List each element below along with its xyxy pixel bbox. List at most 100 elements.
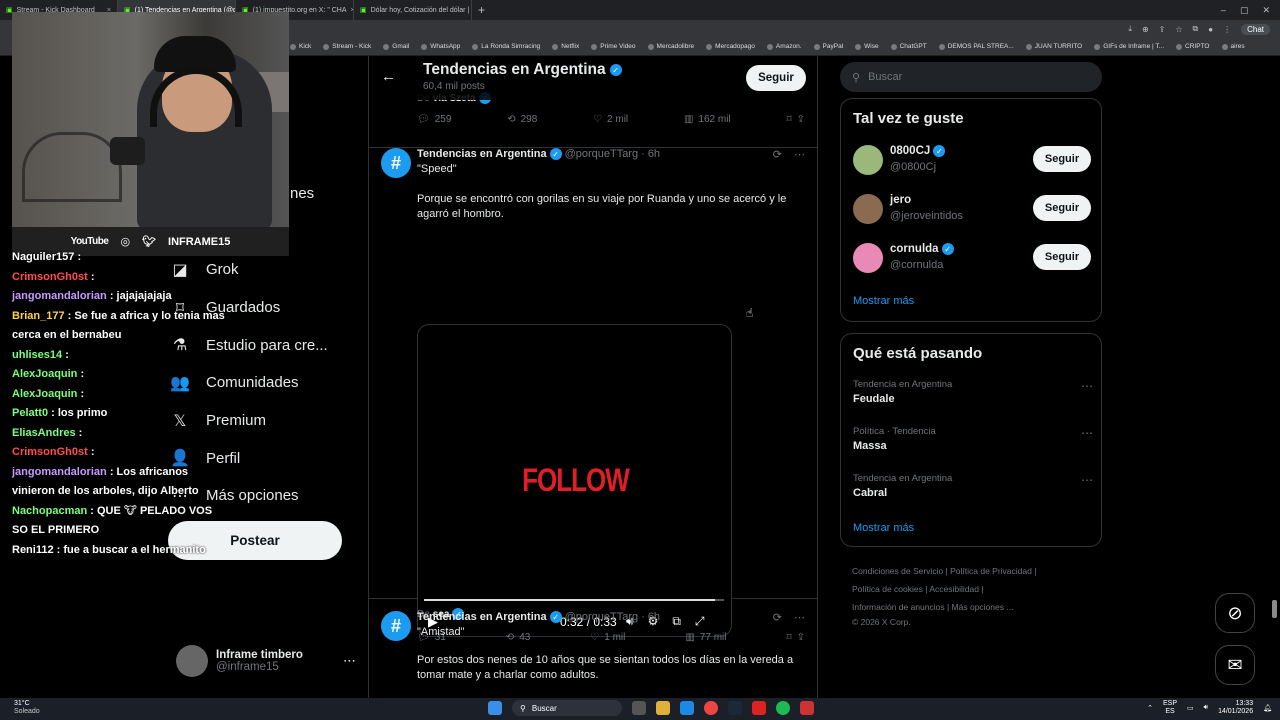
download-icon[interactable]: ⤓ <box>1128 24 1132 34</box>
footer-line[interactable]: Información de anuncios | Más opciones .… <box>852 598 1092 616</box>
search-input[interactable]: ⚲ Buscar <box>840 62 1102 92</box>
task-view-icon[interactable] <box>632 701 646 715</box>
hashtag-avatar[interactable]: # <box>381 611 411 641</box>
chrome-icon[interactable] <box>704 701 718 715</box>
previous-tweet[interactable]: De vía Szeta✓ 💬︎259 ⟲298 ♡2 mil ▥162 mil… <box>369 92 817 148</box>
trend-item[interactable]: Tendencia en Argentina Feudale ⋯ <box>853 379 1093 419</box>
share-icon[interactable]: ⇪ <box>1159 25 1166 34</box>
bookmark-item[interactable]: aires <box>1221 43 1245 50</box>
tweet-amistad[interactable]: # Tendencias en Argentina ✓ @porqueTTarg… <box>369 611 817 698</box>
browser-tab[interactable]: ▣Dólar hoy, Cotización del dólar | E× <box>354 0 472 20</box>
volume-icon[interactable]: 🔊︎ <box>1204 704 1208 712</box>
tweet-author[interactable]: Tendencias en Argentina <box>417 148 547 160</box>
follow-button[interactable]: Seguir <box>1033 195 1091 221</box>
bookmark-item[interactable]: CRIPTO <box>1176 43 1210 50</box>
trend-item[interactable]: Política · Tendencia Massa ⋯ <box>853 426 1093 466</box>
video-player[interactable]: FOLLOW ▶ 0:32 / 0:33 🔊︎ ⚙ ⧉ ⤢ <box>417 324 732 637</box>
file-explorer-icon[interactable] <box>656 701 670 715</box>
notification-icon[interactable]: 🔔︎ <box>1263 704 1272 712</box>
bookmark-item[interactable]: DEMOS PAL STREA... <box>938 43 1014 50</box>
taskbar-search[interactable]: ⚲ Buscar <box>512 700 622 716</box>
grok-explain-icon[interactable]: ⟳ <box>773 148 782 161</box>
menu-icon[interactable]: ⋮ <box>1223 25 1231 34</box>
grok-fab-button[interactable]: ⊘ <box>1215 593 1255 633</box>
avatar[interactable] <box>853 145 883 175</box>
like-button[interactable]: ♡ 2 mil <box>593 114 628 125</box>
bookmark-item[interactable]: Mercadolibre <box>647 43 694 50</box>
more-icon[interactable]: ⋯ <box>343 653 356 669</box>
reply-button[interactable]: 💬︎ 259 <box>417 114 451 125</box>
tray-chevron-icon[interactable]: ⌃ <box>1147 704 1153 712</box>
tweet-speed[interactable]: # Tendencias en Argentina ✓ @porqueTTarg… <box>369 148 817 643</box>
show-more-link[interactable]: Mostrar más <box>853 522 914 534</box>
bookmark-star-icon[interactable]: ☆ <box>1175 25 1182 34</box>
follow-button[interactable]: Seguir <box>1033 146 1091 172</box>
follow-button[interactable]: Seguir <box>746 65 806 91</box>
edge-icon[interactable] <box>680 701 694 715</box>
footer-line[interactable]: Política de cookies | Accesibilidad | <box>852 580 1092 598</box>
chat-button[interactable]: Chat <box>1241 23 1270 35</box>
more-icon[interactable]: ⋯ <box>1081 473 1093 487</box>
tweet-time[interactable]: 6h <box>648 611 660 623</box>
close-window-icon[interactable]: ✕ <box>1262 5 1270 16</box>
messages-fab-button[interactable]: ✉ <box>1215 645 1255 685</box>
video-progress-bar[interactable] <box>424 599 724 601</box>
repost-button[interactable]: ⟲ 298 <box>507 114 537 125</box>
grok-explain-icon[interactable]: ⟳ <box>773 611 782 624</box>
more-icon[interactable]: ⋯ <box>794 611 805 624</box>
avatar[interactable] <box>853 194 883 224</box>
bookmark-item[interactable]: Netflix <box>552 43 579 50</box>
bookmark-item[interactable]: Gmail <box>383 43 409 50</box>
network-icon[interactable]: ▭ <box>1187 704 1194 712</box>
bookmark-item[interactable]: Prime Video <box>591 43 636 50</box>
suggestion-item[interactable]: 0800CJ ✓ @0800Cj Seguir <box>853 143 1093 179</box>
app-icon[interactable] <box>752 701 766 715</box>
footer-line[interactable]: Condiciones de Servicio | Política de Pr… <box>852 562 1092 580</box>
suggestion-item[interactable]: cornulda ✓ @cornulda Seguir <box>853 241 1093 277</box>
steam-icon[interactable] <box>728 701 742 715</box>
bookmark-item[interactable]: PayPal <box>813 43 843 50</box>
share-icon[interactable]: ⇪ <box>797 114 805 125</box>
clock[interactable]: 13:33 14/01/2026 <box>1218 700 1253 716</box>
back-arrow-icon[interactable]: ← <box>381 68 396 85</box>
scrollbar-thumb[interactable] <box>1272 600 1277 618</box>
language-indicator[interactable]: ESP ES <box>1163 700 1177 716</box>
bookmark-item[interactable]: WhatsApp <box>421 43 460 50</box>
bookmark-item[interactable]: Wise <box>855 43 879 50</box>
hashtag-avatar[interactable]: # <box>381 148 411 178</box>
windows-start-icon[interactable] <box>488 701 502 715</box>
more-icon[interactable]: ⋯ <box>1081 426 1093 440</box>
minimize-icon[interactable]: – <box>1221 5 1226 16</box>
tweet-author[interactable]: Tendencias en Argentina <box>417 611 547 623</box>
bookmark-item[interactable]: La Ronda Simracing <box>472 43 540 50</box>
views-button[interactable]: ▥ 162 mil <box>684 114 731 125</box>
extensions-icon[interactable]: ⧉ <box>1193 24 1199 34</box>
trend-item[interactable]: Tendencia en Argentina Cabral ⋯ <box>853 473 1093 513</box>
obs-icon[interactable] <box>800 701 814 715</box>
show-more-link[interactable]: Mostrar más <box>853 295 914 307</box>
bookmark-item[interactable]: Mercadopago <box>706 43 755 50</box>
spotify-icon[interactable] <box>776 701 790 715</box>
bookmark-item[interactable]: Kick <box>290 43 311 50</box>
bookmark-item[interactable]: Amazon. <box>766 43 802 50</box>
bookmark-item[interactable]: GIFs de Inframe | T... <box>1094 43 1164 50</box>
chat-message: EliasAndres : <box>12 424 227 444</box>
avatar[interactable] <box>853 243 883 273</box>
account-switcher[interactable]: Inframe timbero @inframe15 ⋯ <box>176 644 356 678</box>
zoom-icon[interactable]: ⊕ <box>1142 25 1149 34</box>
tweet-handle[interactable]: @porqueTTarg <box>565 611 639 623</box>
tweet-time[interactable]: 6h <box>648 148 660 160</box>
new-tab-icon[interactable]: + <box>478 3 485 17</box>
bookmark-item[interactable]: Stream - Kick <box>323 43 371 50</box>
suggestion-item[interactable]: jero @jeroveintidos Seguir <box>853 192 1093 228</box>
tweet-handle[interactable]: @porqueTTarg <box>565 148 639 160</box>
weather-widget[interactable]: 31°C Soleado <box>14 700 40 716</box>
follow-button[interactable]: Seguir <box>1033 244 1091 270</box>
bookmark-button[interactable]: ⌑ ⇪ <box>786 114 805 125</box>
bookmark-item[interactable]: JUAN TURRITO <box>1025 43 1082 50</box>
more-icon[interactable]: ⋯ <box>794 148 805 161</box>
more-icon[interactable]: ⋯ <box>1081 379 1093 393</box>
bookmark-item[interactable]: ChatGPT <box>890 43 927 50</box>
maximize-icon[interactable]: ▢ <box>1240 5 1249 16</box>
profile-avatar[interactable]: ● <box>1208 25 1213 34</box>
